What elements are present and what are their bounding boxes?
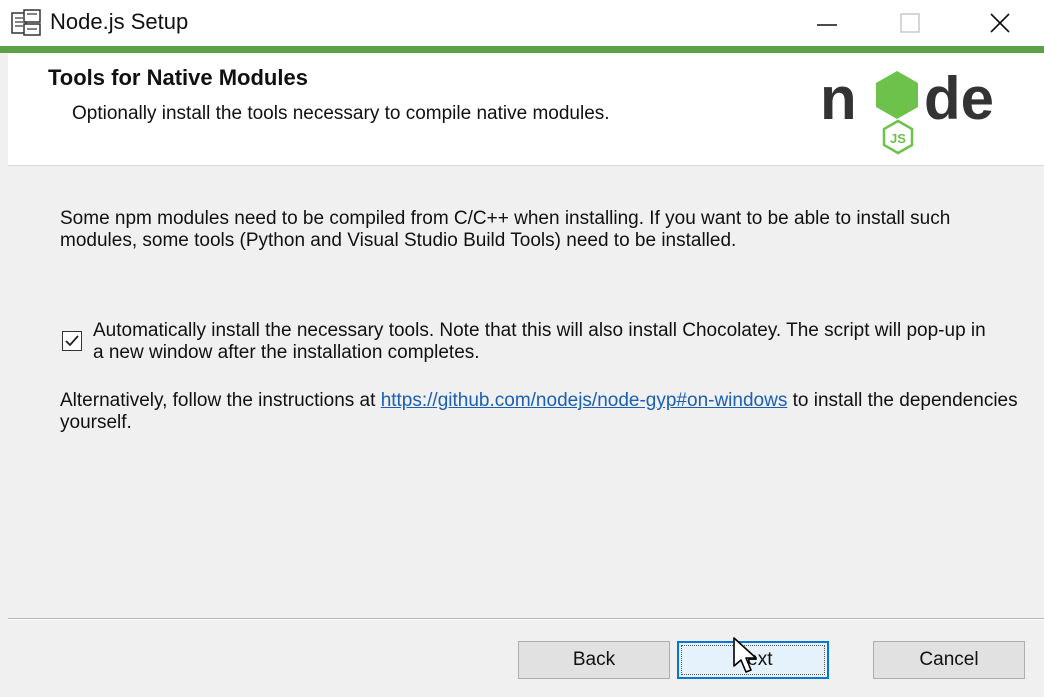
footer-divider-highlight xyxy=(8,619,1044,620)
page-subtitle: Optionally install the tools necessary t… xyxy=(72,103,610,124)
title-bar[interactable]: Node.js Setup xyxy=(0,0,1044,46)
nodejs-logo: n de JS xyxy=(820,65,994,155)
focus-ring xyxy=(681,645,825,675)
minimize-button[interactable] xyxy=(797,0,857,46)
auto-install-label[interactable]: Automatically install the necessary tool… xyxy=(93,320,993,364)
header-banner: Tools for Native Modules Optionally inst… xyxy=(8,53,1044,166)
setup-window: Node.js Setup Tools for Native Modules O… xyxy=(0,0,1044,697)
minimize-icon xyxy=(817,24,837,26)
checkmark-icon xyxy=(65,335,79,347)
logo-letter-n: n xyxy=(820,65,857,132)
back-button[interactable]: Back xyxy=(518,641,670,679)
close-button[interactable] xyxy=(970,0,1030,46)
window-title: Node.js Setup xyxy=(50,9,189,34)
node-gyp-link[interactable]: https://github.com/nodejs/node-gyp#on-wi… xyxy=(381,390,788,411)
logo-js-text: JS xyxy=(890,131,906,146)
title-accent-line xyxy=(0,46,1044,53)
logo-letters-de: de xyxy=(924,65,994,132)
close-icon xyxy=(990,13,1010,33)
page-title: Tools for Native Modules xyxy=(48,65,308,90)
auto-install-checkbox[interactable] xyxy=(62,331,82,351)
maximize-icon xyxy=(900,13,920,33)
next-button[interactable]: Next xyxy=(677,641,829,679)
alternative-text: Alternatively, follow the instructions a… xyxy=(60,390,1020,434)
description-text: Some npm modules need to be compiled fro… xyxy=(60,208,951,251)
cancel-button[interactable]: Cancel xyxy=(873,641,1025,679)
maximize-button[interactable] xyxy=(880,0,940,46)
logo-hexagon xyxy=(876,71,918,119)
alternative-prefix: Alternatively, follow the instructions a… xyxy=(60,390,381,411)
installer-icon xyxy=(11,9,41,36)
